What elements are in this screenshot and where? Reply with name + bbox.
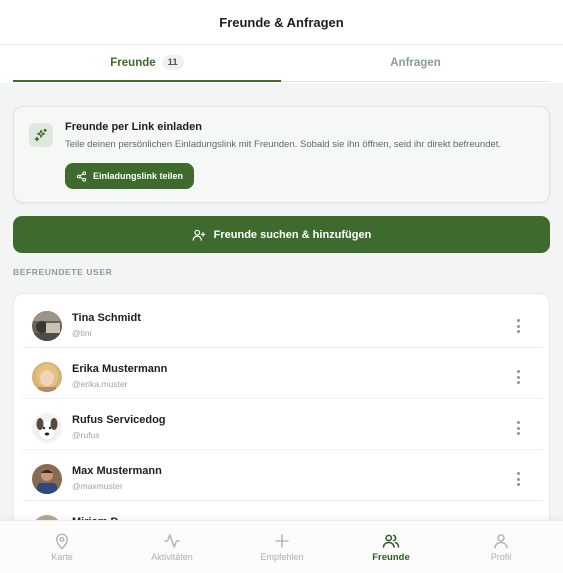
nav-item-profil[interactable]: Profil (445, 521, 557, 573)
dot (516, 319, 520, 322)
nav-item-freunde[interactable]: Freunde (335, 521, 447, 573)
avatar (32, 464, 62, 494)
dot (516, 477, 520, 481)
friend-row[interactable]: Max Mustermann @maxmuster (14, 450, 549, 501)
friend-handle: @erika.muster (72, 379, 128, 389)
more-options-button[interactable] (509, 469, 527, 489)
user-plus-icon (192, 229, 206, 241)
sparkles-icon (29, 123, 53, 147)
dot (516, 483, 520, 486)
friend-handle: @tini (72, 328, 92, 338)
dot (516, 421, 520, 424)
share-invite-link-label: Einladungslink teilen (92, 171, 183, 181)
tab-requests[interactable]: Anfragen (281, 45, 550, 82)
invite-card: Freunde per Link einladen Teile deinen p… (13, 106, 550, 203)
plus-icon (275, 534, 289, 548)
top-bar: Freunde & Anfragen (0, 0, 563, 45)
tab-friends-label: Freunde (110, 56, 156, 69)
search-friends-button[interactable]: Freunde suchen & hinzufügen (13, 216, 550, 253)
friend-row[interactable]: Erika Mustermann @erika.muster (14, 348, 549, 399)
nav-item-aktivitaeten[interactable]: Aktivitäten (116, 521, 228, 573)
nav-label: Aktivitäten (151, 552, 193, 562)
dot (516, 370, 520, 373)
more-options-button[interactable] (509, 367, 527, 387)
tab-friends[interactable]: Freunde 11 (13, 45, 281, 82)
friend-name: Tina Schmidt (72, 312, 141, 324)
tab-bar: Freunde 11 Anfragen (0, 45, 563, 83)
share-invite-link-button[interactable]: Einladungslink teilen (65, 163, 194, 189)
invite-description: Teile deinen persönlichen Einladungslink… (65, 139, 502, 150)
bottom-navigation: Karte Aktivitäten Empfehlen Freunde Prof… (0, 520, 563, 573)
dot (516, 324, 520, 328)
friend-name: Erika Mustermann (72, 363, 168, 375)
invite-title: Freunde per Link einladen (65, 121, 202, 133)
dot (516, 432, 520, 435)
share-icon (76, 170, 87, 182)
friend-handle: @rufus (72, 430, 100, 440)
dot (516, 330, 520, 333)
avatar (32, 413, 62, 443)
dot (516, 381, 520, 384)
avatar (32, 311, 62, 341)
dot (516, 375, 520, 379)
friends-section-heading: BEFREUNDETE USER (13, 267, 113, 277)
search-friends-label: Freunde suchen & hinzufügen (213, 228, 372, 241)
map-pin-icon (56, 533, 68, 550)
friend-handle: @maxmuster (72, 481, 123, 491)
tab-requests-label: Anfragen (390, 57, 441, 69)
more-options-button[interactable] (509, 316, 527, 336)
friend-row[interactable]: Tina Schmidt @tini (14, 297, 549, 348)
nav-label: Freunde (372, 552, 410, 563)
activity-icon (163, 534, 181, 548)
page-title: Freunde & Anfragen (219, 14, 344, 30)
nav-item-karte[interactable]: Karte (6, 521, 118, 573)
more-options-button[interactable] (509, 418, 527, 438)
nav-label: Empfehlen (260, 552, 304, 562)
dot (516, 472, 520, 475)
nav-label: Profil (490, 552, 512, 562)
friend-list: Tina Schmidt @tini Erika Mustermann @eri… (13, 293, 550, 553)
friend-name: Max Mustermann (72, 465, 162, 477)
dot (516, 426, 520, 430)
users-icon (382, 534, 400, 548)
friends-count-badge: 11 (161, 55, 184, 70)
nav-item-empfehlen[interactable]: Empfehlen (226, 521, 338, 573)
user-icon (494, 534, 508, 549)
friend-name: Rufus Servicedog (72, 414, 166, 426)
friend-row[interactable]: Rufus Servicedog @rufus (14, 399, 549, 450)
avatar (32, 362, 62, 392)
nav-label: Karte (51, 552, 73, 562)
